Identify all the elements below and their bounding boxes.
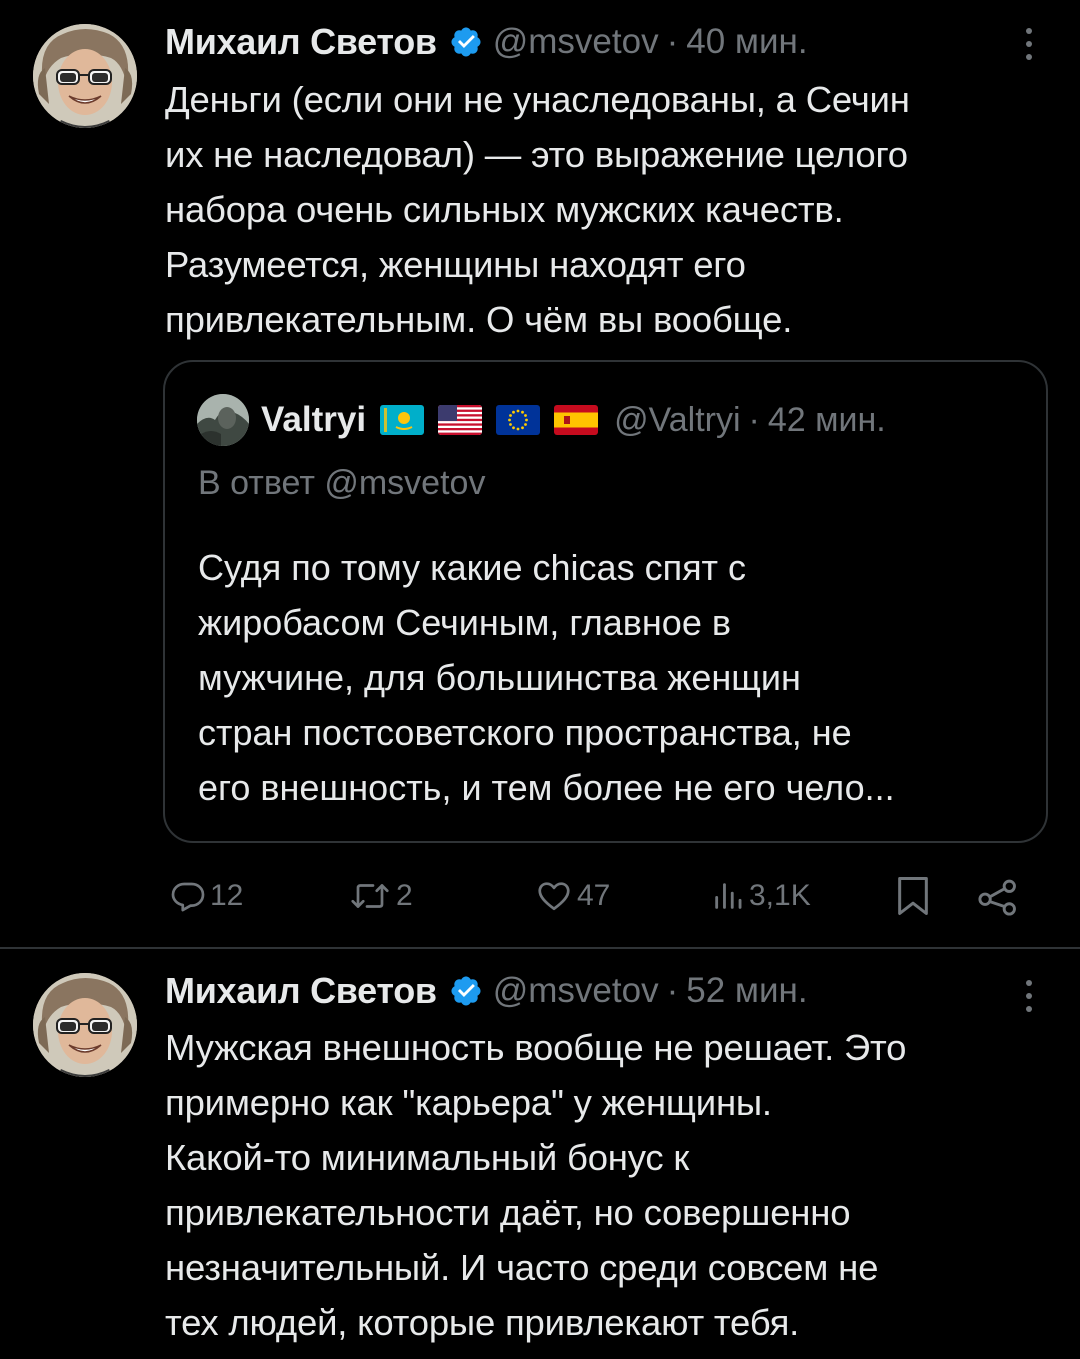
more-options-icon[interactable] bbox=[1014, 974, 1044, 1018]
quote-author-name: Valtryi bbox=[261, 400, 367, 439]
quote-timestamp: 42 мин. bbox=[767, 400, 886, 439]
quote-text-line: его внешность, и тем более не его чело..… bbox=[198, 767, 895, 808]
views-count: 3,1K bbox=[749, 879, 811, 912]
author-handle[interactable]: @msvetov bbox=[493, 22, 659, 62]
author-avatar[interactable] bbox=[33, 24, 137, 128]
views-button[interactable]: 3,1K bbox=[711, 868, 811, 924]
quote-text-line: Судя по тому какие chicas спят с bbox=[198, 547, 747, 588]
tweet-text: Мужская внешность вообще не решает. Это … bbox=[165, 1020, 1045, 1350]
tweet-timestamp[interactable]: 52 мин. bbox=[686, 971, 807, 1011]
like-button[interactable]: 47 bbox=[535, 868, 610, 924]
author-avatar[interactable] bbox=[33, 973, 137, 1077]
reply-button[interactable]: 12 bbox=[170, 868, 243, 924]
quote-text-line: стран постсоветского пространства, не bbox=[198, 712, 852, 753]
quote-header: Valtryi @Valtryi · 42 мин. bbox=[261, 398, 886, 442]
tweet-text-line: тех людей, которые привлекают тебя. bbox=[165, 1302, 800, 1343]
quote-text-line: мужчине, для большинства женщин bbox=[198, 657, 801, 698]
quote-reply-to: В ответ @msvetov bbox=[198, 464, 486, 502]
tweet-actions: 12 2 47 3,1K bbox=[165, 868, 1045, 924]
reply-icon bbox=[171, 882, 205, 912]
eu-flag-icon bbox=[496, 405, 541, 435]
tweet-header: Михаил Светов @msvetov · 52 мин. bbox=[165, 969, 808, 1013]
tweet-text-line: Разумеется, женщины находят его bbox=[165, 244, 746, 285]
tweet-text-line: набора очень сильных мужских качеств. bbox=[165, 189, 844, 230]
retweet-count: 2 bbox=[396, 879, 413, 912]
quoted-tweet[interactable]: Valtryi @Valtryi · 42 мин. В ответ @msve… bbox=[163, 360, 1048, 843]
author-name[interactable]: Михаил Светов bbox=[165, 970, 437, 1012]
author-name[interactable]: Михаил Светов bbox=[165, 21, 437, 63]
more-options-icon[interactable] bbox=[1014, 22, 1044, 66]
bookmark-icon bbox=[898, 877, 928, 915]
heart-icon bbox=[538, 882, 570, 911]
retweet-icon bbox=[351, 884, 389, 908]
tweet-text-line: привлекательности даёт, но совершенно bbox=[165, 1192, 851, 1233]
usa-flag-icon bbox=[438, 405, 483, 435]
tweet-text: Деньги (если они не унаследованы, а Сечи… bbox=[165, 72, 1045, 347]
verified-badge-icon bbox=[451, 27, 481, 57]
spain-flag-icon bbox=[554, 405, 599, 435]
tweet-text-line: их не наследовал) — это выражение целого bbox=[165, 134, 908, 175]
kazakhstan-flag-icon bbox=[380, 405, 425, 435]
like-count: 47 bbox=[577, 879, 611, 912]
separator-dot: · bbox=[666, 971, 679, 1010]
tweet-header: Михаил Светов @msvetov · 40 мин. bbox=[165, 20, 808, 64]
views-chart-icon bbox=[715, 883, 742, 909]
quote-text-line: жиробасом Сечиным, главное в bbox=[198, 602, 731, 643]
quote-author-avatar bbox=[197, 394, 249, 446]
separator-dot: · bbox=[748, 400, 760, 439]
tweet-text-line: Какой-то минимальный бонус к bbox=[165, 1137, 690, 1178]
share-button[interactable] bbox=[977, 868, 1019, 924]
separator-dot: · bbox=[666, 22, 679, 61]
quote-author-handle: @Valtryi bbox=[614, 400, 741, 439]
tweet-text-line: Мужская внешность вообще не решает. Это bbox=[165, 1027, 907, 1068]
reply-count: 12 bbox=[210, 879, 244, 912]
tweet-text-line: привлекательным. О чём вы вообще. bbox=[165, 299, 793, 340]
quote-text: Судя по тому какие chicas спят с жиробас… bbox=[198, 540, 1018, 815]
author-handle[interactable]: @msvetov bbox=[493, 971, 659, 1011]
share-icon bbox=[978, 879, 1016, 916]
tweet-text-line: Деньги (если они не унаследованы, а Сечи… bbox=[165, 79, 910, 120]
tweet-text-line: примерно как "карьера" у женщины. bbox=[165, 1082, 772, 1123]
tweet-text-line: незначительный. И часто среди совсем не bbox=[165, 1247, 879, 1288]
tweet[interactable]: Михаил Светов @msvetov · 52 мин. Мужская… bbox=[0, 949, 1080, 1359]
bookmark-button[interactable] bbox=[893, 868, 933, 924]
tweet[interactable]: Михаил Светов @msvetov · 40 мин. Деньги … bbox=[0, 0, 1080, 948]
retweet-button[interactable]: 2 bbox=[348, 868, 413, 924]
verified-badge-icon bbox=[451, 976, 481, 1006]
tweet-timestamp[interactable]: 40 мин. bbox=[686, 22, 807, 62]
